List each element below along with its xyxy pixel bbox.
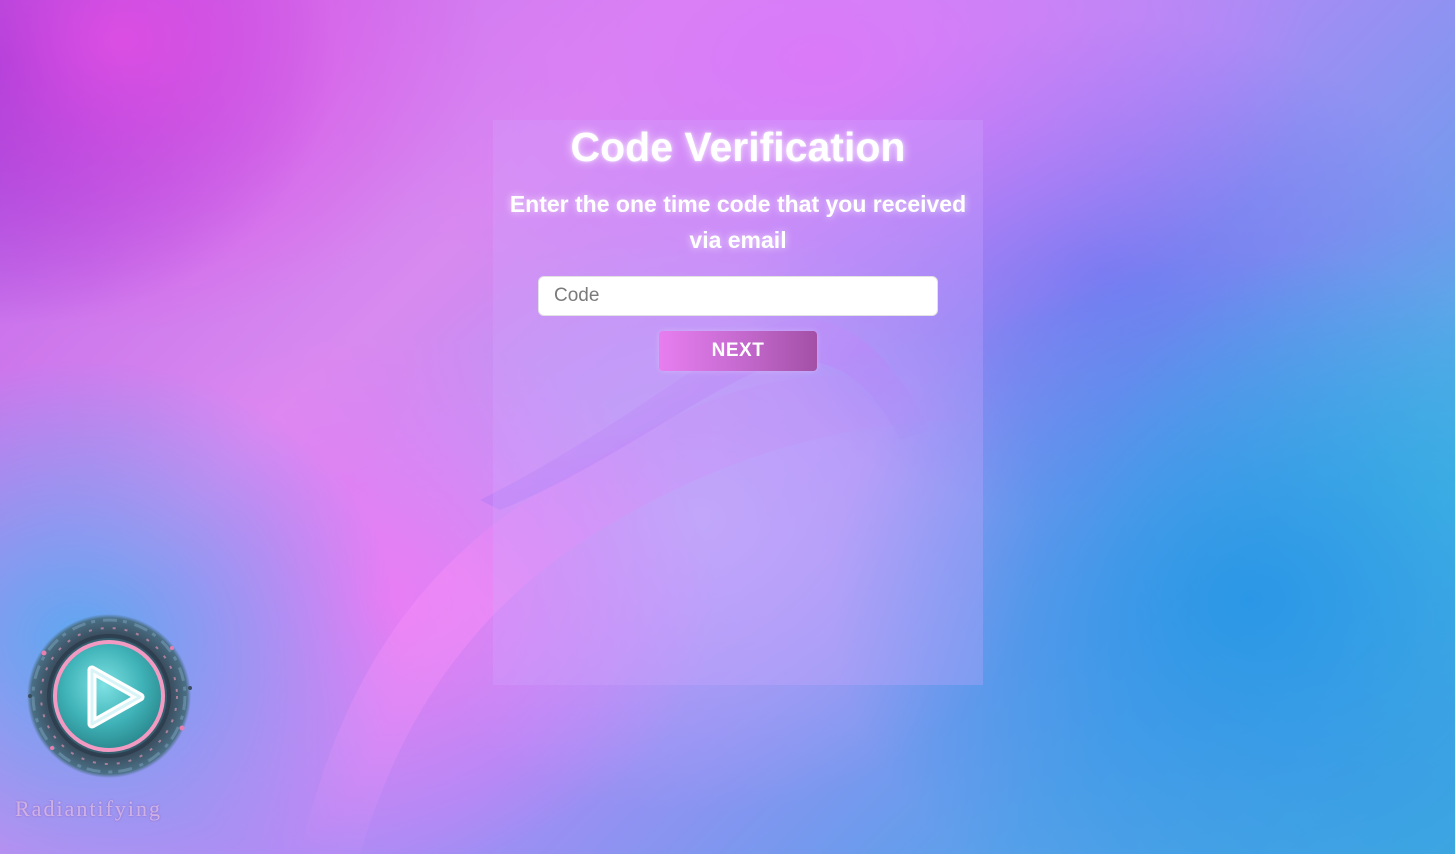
verification-instructions: Enter the one time code that you receive… [509, 191, 967, 253]
play-icon [27, 614, 192, 778]
next-button[interactable]: NEXT [659, 331, 817, 371]
logo-wordmark: Radiantifying [15, 796, 162, 821]
code-input[interactable] [538, 276, 938, 316]
page-title: Code Verification [570, 124, 906, 170]
